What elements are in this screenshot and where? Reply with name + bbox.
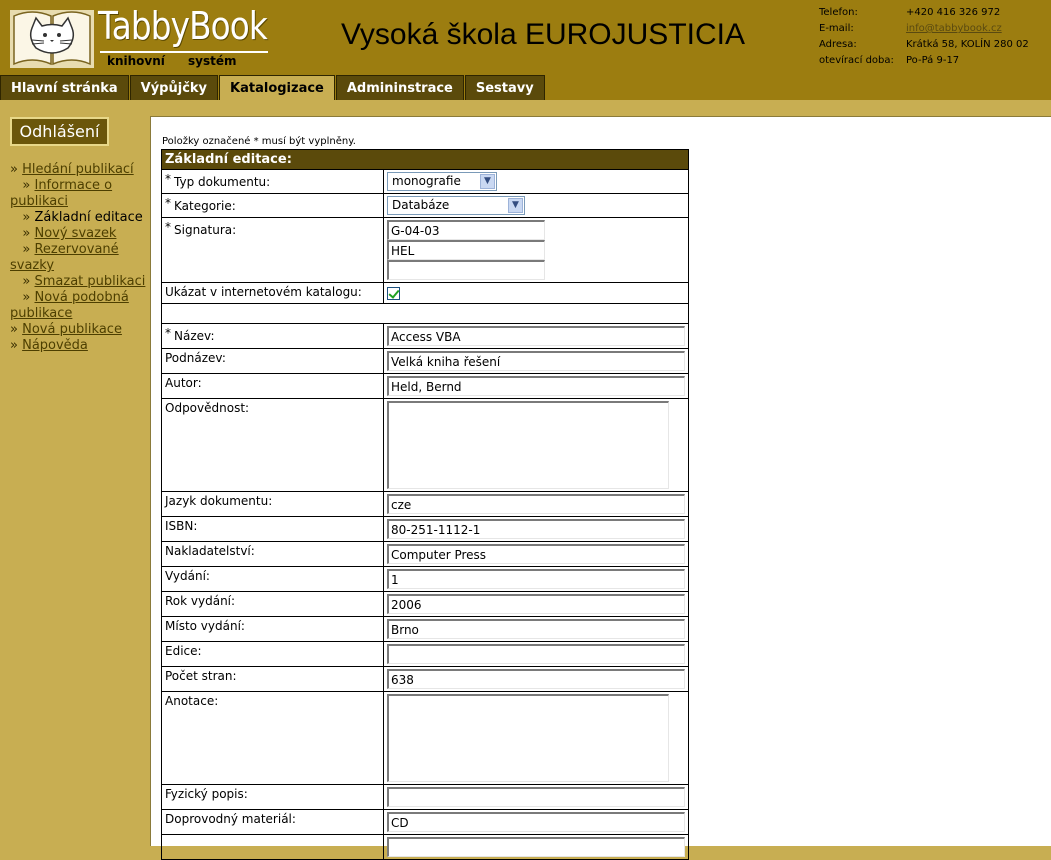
- series-label: Edice:: [161, 641, 384, 667]
- pages-input[interactable]: 638: [387, 669, 685, 689]
- place-label: Místo vydání:: [161, 616, 384, 642]
- show-catalog-checkbox[interactable]: [387, 287, 400, 300]
- chevron-down-icon: ▼: [508, 198, 523, 213]
- edition-input[interactable]: 1: [387, 569, 685, 589]
- sidebar-item-reserved: » Rezervované svazky: [10, 242, 119, 273]
- sidebar-item-help: » Nápověda: [10, 338, 88, 353]
- sidebar-item-info: » Informace o publikaci: [10, 178, 113, 209]
- isbn-input[interactable]: 80-251-1112-1: [387, 519, 685, 539]
- title-label: * Název:: [161, 323, 384, 349]
- category-label: * Kategorie:: [161, 193, 384, 218]
- sidebar-nav: » Hledání publikací » Informace o publik…: [10, 162, 148, 354]
- sidebar-item-similar: » Nová podobná publikace: [10, 290, 129, 321]
- contact-phone: Telefon: +420 416 326 972: [819, 7, 1001, 18]
- tab-loans[interactable]: Výpůjčky: [129, 75, 219, 100]
- sidebar-item-delete: » Smazat publikaci: [10, 274, 146, 289]
- contact-email: E-mail: info@tabbybook.cz: [819, 23, 1002, 34]
- publisher-input[interactable]: Computer Press: [387, 544, 685, 564]
- tab-administration[interactable]: Admininstrace: [335, 75, 464, 100]
- title-input[interactable]: Access VBA: [387, 326, 685, 346]
- edit-form: Základní editace: * Typ dokumentu: monogr…: [161, 149, 689, 860]
- logo-title: TabbyBook: [98, 4, 268, 48]
- signature-input-1[interactable]: G-04-03: [387, 220, 545, 240]
- signature-label: * Signatura:: [161, 217, 384, 283]
- author-input[interactable]: Held, Bernd: [387, 376, 685, 396]
- school-name: Vysoká škola EUROJUSTICIA: [341, 18, 745, 51]
- sidebar-link-new[interactable]: Nová publikace: [22, 322, 122, 337]
- type-select[interactable]: monografie ▼: [387, 172, 497, 191]
- logo-subtitle-2: systém: [188, 54, 237, 68]
- section-title: Základní editace:: [161, 149, 689, 170]
- sidebar-item-new-volume: » Nový svazek: [10, 226, 117, 241]
- contact-hours: otevírací doba: Po-Pá 9-17: [819, 55, 960, 66]
- tab-reports[interactable]: Sestavy: [464, 75, 545, 100]
- signature-input-3[interactable]: [387, 260, 545, 280]
- required-note: Položky označené * musí být vyplněny.: [162, 136, 356, 147]
- main-content: Položky označené * musí být vyplněny. Zá…: [150, 116, 1051, 860]
- logout-button[interactable]: Odhlášení: [10, 117, 109, 146]
- year-input[interactable]: 2006: [387, 594, 685, 614]
- language-label: Jazyk dokumentu:: [161, 491, 384, 517]
- main-tabs: Hlavní stránka Výpůjčky Katalogizace Adm…: [0, 75, 546, 100]
- tab-home[interactable]: Hlavní stránka: [0, 75, 129, 100]
- signature-input-2[interactable]: HEL: [387, 240, 545, 260]
- year-label: Rok vydání:: [161, 591, 384, 617]
- sidebar-item-search: » Hledání publikací: [10, 162, 134, 177]
- author-label: Autor:: [161, 373, 384, 399]
- sidebar-item-new: » Nová publikace: [10, 322, 122, 337]
- isbn-label: ISBN:: [161, 516, 384, 542]
- logo[interactable]: TabbyBook knihovní systém: [6, 4, 268, 68]
- annotation-label: Anotace:: [161, 691, 384, 785]
- category-select[interactable]: Databáze ▼: [387, 196, 525, 215]
- annotation-textarea[interactable]: [387, 694, 669, 782]
- subtitle-label: Podnázev:: [161, 348, 384, 374]
- responsibility-textarea[interactable]: [387, 401, 669, 489]
- sidebar-link-info[interactable]: Informace o publikaci: [10, 178, 112, 209]
- edition-label: Vydání:: [161, 566, 384, 592]
- logo-underline: [100, 51, 268, 53]
- show-catalog-label: Ukázat v internetovém katalogu:: [161, 282, 384, 304]
- responsibility-label: Odpovědnost:: [161, 398, 384, 492]
- sidebar-link-help[interactable]: Nápověda: [22, 338, 88, 353]
- contact-address: Adresa: Krátká 58, KOLÍN 280 02: [819, 39, 1029, 50]
- physical-input[interactable]: [387, 787, 685, 807]
- email-link[interactable]: info@tabbybook.cz: [906, 23, 1002, 34]
- sidebar-link-reserved[interactable]: Rezervované svazky: [10, 242, 119, 273]
- sidebar-current-basic-edit: Základní editace: [34, 210, 143, 225]
- place-input[interactable]: Brno: [387, 619, 685, 639]
- spacer-row: [161, 303, 689, 324]
- required-marker: *: [165, 220, 171, 234]
- series-input[interactable]: [387, 644, 685, 664]
- sidebar-link-new-volume[interactable]: Nový svazek: [34, 226, 116, 241]
- accompanying-label: Doprovodný materiál:: [161, 809, 384, 835]
- required-marker: *: [165, 172, 171, 186]
- logo-subtitle-1: knihovní: [107, 54, 165, 68]
- sidebar-link-search[interactable]: Hledání publikací: [22, 162, 134, 177]
- required-marker: *: [165, 196, 171, 210]
- required-marker: *: [165, 326, 171, 340]
- chevron-down-icon: ▼: [480, 174, 495, 189]
- publisher-label: Nakladatelství:: [161, 541, 384, 567]
- contact-info: Telefon: +420 416 326 972 E-mail: info@tab…: [819, 7, 1029, 71]
- accompanying-input[interactable]: CD: [387, 812, 685, 832]
- header: TabbyBook knihovní systém Vysoká škola E…: [0, 0, 1051, 100]
- tab-cataloguing[interactable]: Katalogizace: [219, 75, 335, 100]
- type-label: * Typ dokumentu:: [161, 169, 384, 194]
- next-row-input[interactable]: [387, 837, 685, 857]
- sidebar-link-similar[interactable]: Nová podobná publikace: [10, 290, 129, 321]
- book-cat-logo-icon: [10, 10, 94, 68]
- next-row-label: [161, 834, 384, 860]
- language-input[interactable]: cze: [387, 494, 685, 514]
- pages-label: Počet stran:: [161, 666, 384, 692]
- physical-label: Fyzický popis:: [161, 784, 384, 810]
- sidebar-item-basic-edit: » Základní editace: [10, 210, 143, 225]
- subtitle-input[interactable]: Velká kniha řešení: [387, 351, 685, 371]
- sidebar-link-delete[interactable]: Smazat publikaci: [34, 274, 145, 289]
